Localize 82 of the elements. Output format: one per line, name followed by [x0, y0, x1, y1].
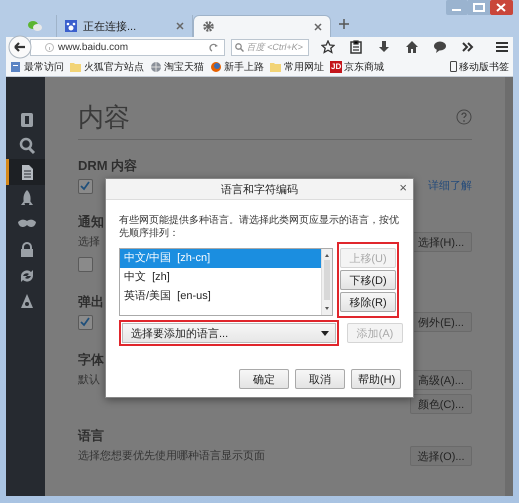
section-text: 选择您想要优先使用哪种语言显示页面 [78, 448, 265, 464]
mask-icon [18, 219, 36, 229]
section-title: 语言 [78, 427, 104, 445]
sidebar-item[interactable] [6, 159, 45, 185]
window-controls-drawing [446, 0, 513, 16]
download-icon[interactable] [377, 40, 391, 54]
chat-bubbles-icon [28, 20, 42, 32]
bookmark-label: 火狐官方站点 [84, 60, 144, 74]
language-dropdown[interactable]: 选择要添加的语言... [122, 323, 336, 343]
section-title: 通知 [78, 213, 104, 231]
menu-icon[interactable] [495, 40, 509, 54]
section-title: 弹出 [78, 293, 104, 311]
reload-icon[interactable] [208, 42, 218, 52]
checkbox[interactable] [78, 315, 93, 330]
close-icon[interactable] [314, 22, 322, 30]
help-icon [456, 109, 472, 125]
gear-icon [202, 20, 215, 33]
bookmark[interactable]: 淘宝天猫 [150, 60, 204, 74]
search-icon [18, 137, 36, 155]
language-item[interactable]: 英语/美国 [en-us] [120, 287, 321, 306]
section-text: 选择 [78, 235, 100, 250]
language-item[interactable]: 中文/中国 [zh-cn] [120, 249, 321, 268]
section-title: 字体 [78, 351, 104, 369]
bookmark-label: 移动版书签 [459, 60, 509, 74]
button[interactable]: 帮助(H) [351, 369, 401, 389]
search-placeholder: 百度 <Ctrl+K> [246, 40, 303, 54]
language-item[interactable]: 中文 [zh] [120, 268, 321, 287]
bookmark-label: 淘宝天猫 [164, 60, 204, 74]
dialog-title: 语言和字符编码 [221, 182, 298, 196]
button[interactable]: 选择(O)... [410, 446, 472, 466]
button[interactable]: 移除(R) [340, 292, 396, 312]
bookmark[interactable]: 移动版书签 [450, 60, 509, 74]
phone-icon [450, 61, 457, 72]
clipboard-icon[interactable] [349, 40, 363, 54]
close-icon[interactable] [176, 22, 184, 30]
folder-icon [70, 60, 82, 72]
url-text: www.baidu.com [58, 42, 130, 52]
dialog-description: 有些网页能提供多种语言。请选择此类网页应显示的语言，按优先顺序排列： [119, 214, 400, 240]
search-icon [234, 42, 244, 52]
chevrons-icon[interactable] [461, 40, 475, 54]
check-icon [79, 316, 90, 327]
button[interactable]: 取消 [295, 369, 345, 389]
bookmark-label: 新手上路 [224, 60, 264, 74]
back-icon[interactable] [8, 35, 32, 59]
check-icon [79, 180, 90, 191]
dropdown-caret-icon [321, 330, 329, 336]
info-icon [45, 42, 54, 52]
folder-icon [270, 60, 282, 72]
address-bar[interactable]: www.baidu.com [30, 38, 225, 56]
bookmark[interactable]: 最常访问 [10, 60, 64, 74]
home-icon[interactable] [405, 40, 419, 54]
section-title: DRM 内容 [78, 157, 138, 175]
tablet-icon [18, 111, 36, 129]
page-title: 内容 [78, 102, 130, 132]
checkbox[interactable] [78, 179, 93, 194]
fox-icon [210, 60, 222, 72]
bookmark[interactable]: 新手上路 [210, 60, 264, 74]
wizard-hat-icon [18, 293, 36, 311]
star-icon[interactable] [321, 40, 335, 54]
rocket-icon [18, 189, 36, 207]
lock-icon [18, 241, 36, 259]
bookmark[interactable]: 常用网址 [270, 60, 324, 74]
paw-icon [65, 20, 77, 32]
browser-tab[interactable] [193, 15, 331, 37]
bookmark-label: 京东商城 [344, 60, 384, 74]
plus-icon[interactable] [339, 19, 349, 29]
bookmark-label: 常用网址 [284, 60, 324, 74]
page-icon [10, 60, 22, 72]
bookmark-label: 最常访问 [24, 60, 64, 74]
tab-title: 正在连接... [83, 20, 138, 34]
chat-icon[interactable] [433, 40, 447, 54]
close-button[interactable]: × [399, 181, 407, 195]
checkbox[interactable] [78, 257, 93, 272]
section-text: 默认 [78, 373, 100, 388]
globe-icon [150, 60, 162, 72]
logo-badge: JD [330, 60, 342, 72]
dropdown-placeholder: 选择要添加的语言... [131, 326, 228, 340]
bookmark[interactable]: JD 京东商城 [330, 60, 384, 74]
button[interactable]: 确定 [239, 369, 289, 389]
button[interactable]: 颜色(C)... [410, 394, 472, 414]
button[interactable]: 下移(D) [340, 270, 396, 290]
bookmark[interactable]: 火狐官方站点 [70, 60, 144, 74]
